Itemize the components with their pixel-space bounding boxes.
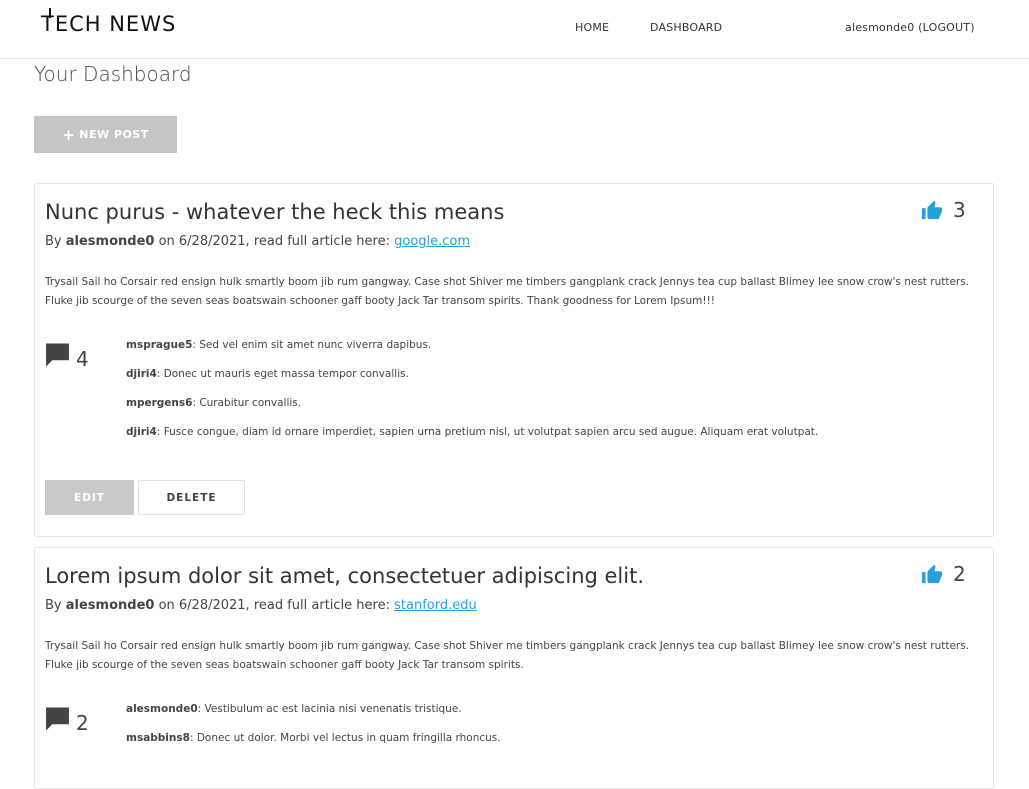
post-title[interactable]: Lorem ipsum dolor sit amet, consectetuer… [45, 564, 644, 588]
post-byline: By alesmonde0 on 6/28/2021, read full ar… [45, 598, 477, 613]
comment-item: msabbins8: Donec ut dolor. Morbi vel lec… [126, 732, 501, 744]
nav-dashboard-link[interactable]: DASHBOARD [650, 21, 722, 34]
like-button[interactable]: 3 [921, 198, 966, 222]
post-author: alesmonde0 [65, 234, 155, 249]
like-button[interactable]: 2 [921, 562, 966, 586]
comment-user: msabbins8 [126, 732, 190, 744]
comment-user: alesmonde0 [126, 703, 198, 715]
comment-text: : Vestibulum ac est lacinia nisi venenat… [197, 703, 462, 715]
comment-count: 4 [76, 347, 89, 371]
logo-cross-mark [49, 8, 51, 18]
comment-item: djiri4: Fusce congue, diam id ornare imp… [126, 426, 818, 438]
comment-item: msprague5: Sed vel enim sit amet nunc vi… [126, 339, 431, 351]
like-count: 3 [953, 198, 966, 222]
comment-bubble-icon [46, 343, 69, 367]
comment-user: msprague5 [126, 339, 193, 351]
article-link[interactable]: google.com [394, 234, 470, 249]
new-post-label: NEW POST [79, 128, 149, 141]
comment-user: djiri4 [126, 368, 157, 380]
comment-item: mpergens6: Curabitur convallis. [126, 397, 301, 409]
thumbs-up-icon [921, 200, 943, 220]
navbar: TECH NEWS HOME DASHBOARD alesmonde0 (LOG… [0, 0, 1029, 59]
logo-text: TECH NEWS [41, 12, 177, 36]
logo[interactable]: TECH NEWS [41, 8, 176, 40]
comment-item: djiri4: Donec ut mauris eget massa tempo… [126, 368, 409, 380]
nav-home-link[interactable]: HOME [575, 21, 609, 34]
article-link[interactable]: stanford.edu [394, 598, 477, 613]
new-post-button[interactable]: + NEW POST [34, 116, 177, 153]
comment-text: : Donec ut mauris eget massa tempor conv… [156, 368, 409, 380]
comments-toggle[interactable]: 2 [45, 703, 89, 735]
thumbs-up-icon [921, 564, 943, 584]
edit-button[interactable]: EDIT [45, 480, 134, 515]
comment-text: : Curabitur convallis. [192, 397, 302, 409]
post-byline: By alesmonde0 on 6/28/2021, read full ar… [45, 234, 471, 249]
comments-toggle[interactable]: 4 [45, 339, 89, 371]
nav-logout-link[interactable]: alesmonde0 (LOGOUT) [845, 21, 975, 34]
page-title: Your Dashboard [34, 62, 192, 86]
post-card: Nunc purus - whatever the heck this mean… [34, 183, 994, 537]
like-count: 2 [953, 562, 966, 586]
comment-item: alesmonde0: Vestibulum ac est lacinia ni… [126, 703, 462, 715]
comment-text: : Sed vel enim sit amet nunc viverra dap… [192, 339, 432, 351]
comment-user: djiri4 [126, 426, 157, 438]
post-title[interactable]: Nunc purus - whatever the heck this mean… [45, 200, 504, 224]
delete-button[interactable]: DELETE [138, 480, 245, 515]
post-body: Trysail Sail ho Corsair red ensign hulk … [45, 276, 970, 307]
post-author: alesmonde0 [65, 598, 155, 613]
comment-text: : Donec ut dolor. Morbi vel lectus in qu… [189, 732, 501, 744]
comment-text: : Fusce congue, diam id ornare imperdiet… [156, 426, 819, 438]
comment-bubble-icon [46, 707, 69, 731]
post-card: Lorem ipsum dolor sit amet, consectetuer… [34, 547, 994, 789]
post-body: Trysail Sail ho Corsair red ensign hulk … [45, 640, 970, 671]
comment-user: mpergens6 [126, 397, 193, 409]
plus-icon: + [62, 125, 76, 144]
comment-count: 2 [76, 711, 89, 735]
